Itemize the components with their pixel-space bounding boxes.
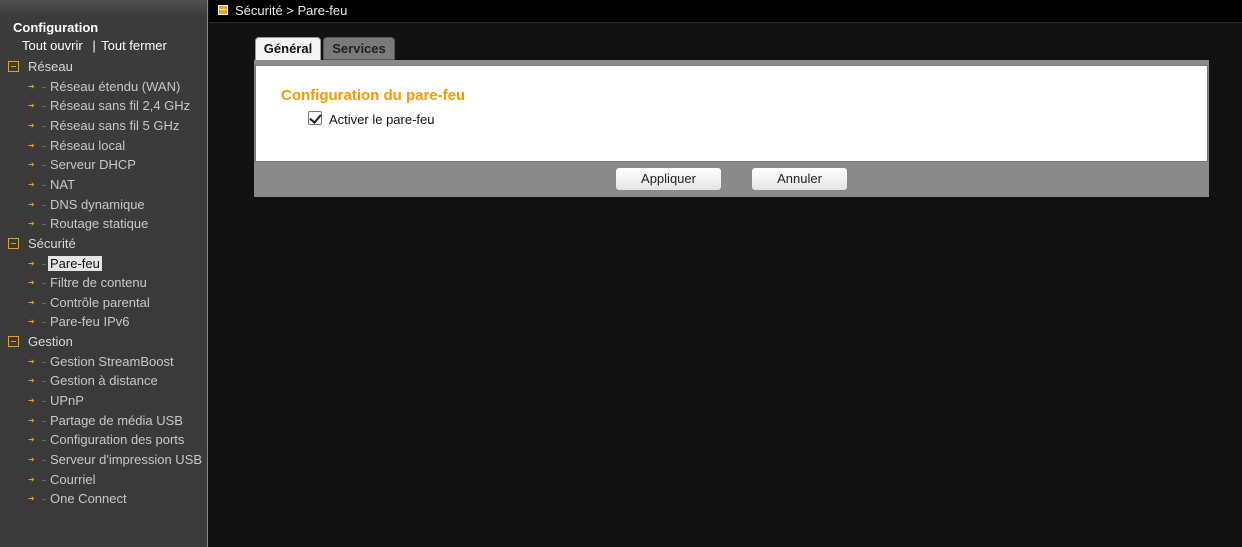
sidebar-item-label: UPnP	[50, 393, 84, 408]
arrow-icon: ➔	[28, 376, 35, 385]
sidebar-item-label: Gestion à distance	[50, 373, 158, 388]
sidebar-group-gestion[interactable]: Gestion	[8, 334, 73, 349]
enable-firewall-label[interactable]: Activer le pare-feu	[329, 112, 435, 127]
sidebar-item-label: Gestion StreamBoost	[50, 354, 174, 369]
sidebar-item-firewall[interactable]: ➔ Pare-feu	[28, 255, 102, 272]
sidebar-group-label: Réseau	[28, 59, 73, 74]
arrow-icon: ➔	[28, 396, 35, 405]
sidebar-item-label: DNS dynamique	[50, 197, 145, 212]
sidebar-item-port-config[interactable]: ➔ Configuration des ports	[28, 431, 186, 448]
sidebar-item-label: Contrôle parental	[50, 295, 150, 310]
sidebar-item-label: NAT	[50, 177, 76, 192]
sidebar-item-label: Serveur DHCP	[50, 157, 136, 172]
arrow-icon: ➔	[28, 82, 35, 91]
arrow-icon: ➔	[28, 219, 35, 228]
sidebar-item-streamboost[interactable]: ➔ Gestion StreamBoost	[28, 353, 176, 370]
sidebar-item-wifi-5[interactable]: ➔ Réseau sans fil 5 GHz	[28, 117, 181, 134]
sidebar-item-label: One Connect	[50, 491, 127, 506]
arrow-icon: ➔	[28, 475, 35, 484]
sidebar-item-usb-media[interactable]: ➔ Partage de média USB	[28, 412, 185, 429]
sidebar-item-label: Routage statique	[50, 216, 149, 231]
arrow-icon: ➔	[28, 141, 35, 150]
apply-button[interactable]: Appliquer	[615, 167, 722, 191]
sidebar-item-label: Réseau étendu (WAN)	[50, 79, 181, 94]
header-bar: Sécurité > Pare-feu	[209, 0, 1242, 23]
arrow-icon: ➔	[28, 455, 35, 464]
sidebar-item-label: Réseau local	[50, 138, 126, 153]
section-title: Configuration du pare-feu	[281, 87, 466, 104]
arrow-icon: ➔	[28, 298, 35, 307]
close-all-link[interactable]: Tout fermer	[101, 38, 167, 53]
sidebar-item-label: Configuration des ports	[50, 432, 185, 447]
sidebar: Configuration Tout ouvrir | Tout fermer …	[0, 0, 208, 547]
arrow-icon: ➔	[28, 200, 35, 209]
sidebar-item-label: Pare-feu IPv6	[50, 314, 130, 329]
arrow-icon: ➔	[28, 317, 35, 326]
sidebar-item-one-connect[interactable]: ➔ One Connect	[28, 490, 129, 507]
sidebar-item-nat[interactable]: ➔ NAT	[28, 176, 77, 193]
page-icon	[218, 5, 228, 15]
arrow-icon: ➔	[28, 259, 35, 268]
arrow-icon: ➔	[28, 494, 35, 503]
sidebar-item-firewall-ipv6[interactable]: ➔ Pare-feu IPv6	[28, 313, 132, 330]
sidebar-item-ddns[interactable]: ➔ DNS dynamique	[28, 196, 147, 213]
open-close-links: Tout ouvrir | Tout fermer	[22, 38, 167, 53]
sidebar-group-reseau[interactable]: Réseau	[8, 59, 73, 74]
enable-firewall-checkbox[interactable]	[308, 111, 322, 125]
arrow-icon: ➔	[28, 180, 35, 189]
sidebar-item-label: Pare-feu	[48, 256, 102, 271]
arrow-icon: ➔	[28, 435, 35, 444]
sidebar-item-remote-management[interactable]: ➔ Gestion à distance	[28, 372, 160, 389]
arrow-icon: ➔	[28, 357, 35, 366]
arrow-icon: ➔	[28, 416, 35, 425]
sidebar-group-securite[interactable]: Sécurité	[8, 236, 76, 251]
sidebar-item-label: Courriel	[50, 472, 96, 487]
sidebar-item-parental-control[interactable]: ➔ Contrôle parental	[28, 294, 152, 311]
sidebar-item-upnp[interactable]: ➔ UPnP	[28, 392, 86, 409]
arrow-icon: ➔	[28, 121, 35, 130]
collapse-icon[interactable]	[8, 61, 19, 73]
collapse-icon[interactable]	[8, 336, 19, 348]
tab-general[interactable]: Général	[255, 37, 321, 62]
sidebar-item-static-routing[interactable]: ➔ Routage statique	[28, 215, 150, 232]
sidebar-item-content-filter[interactable]: ➔ Filtre de contenu	[28, 274, 149, 291]
open-all-link[interactable]: Tout ouvrir	[22, 38, 83, 53]
sidebar-item-lan[interactable]: ➔ Réseau local	[28, 137, 127, 154]
sidebar-item-dhcp[interactable]: ➔ Serveur DHCP	[28, 156, 138, 173]
sidebar-title: Configuration	[13, 20, 99, 35]
sidebar-group-label: Sécurité	[28, 236, 76, 251]
breadcrumb: Sécurité > Pare-feu	[235, 3, 348, 18]
sidebar-item-label: Partage de média USB	[50, 413, 183, 428]
separator: |	[92, 38, 96, 53]
sidebar-item-usb-print[interactable]: ➔ Serveur d'impression USB	[28, 451, 204, 468]
settings-panel: Configuration du pare-feu Activer le par…	[254, 60, 1209, 197]
cancel-button[interactable]: Annuler	[751, 167, 848, 191]
sidebar-item-email[interactable]: ➔ Courriel	[28, 471, 98, 488]
collapse-icon[interactable]	[8, 238, 19, 250]
sidebar-item-label: Réseau sans fil 5 GHz	[50, 118, 180, 133]
settings-content: Configuration du pare-feu Activer le par…	[255, 65, 1208, 162]
sidebar-item-wan[interactable]: ➔ Réseau étendu (WAN)	[28, 78, 182, 95]
tab-services[interactable]: Services	[323, 37, 395, 60]
arrow-icon: ➔	[28, 160, 35, 169]
arrow-icon: ➔	[28, 101, 35, 110]
sidebar-item-label: Serveur d'impression USB	[50, 452, 203, 467]
sidebar-item-label: Filtre de contenu	[50, 275, 147, 290]
sidebar-item-wifi-24[interactable]: ➔ Réseau sans fil 2,4 GHz	[28, 97, 192, 114]
sidebar-group-label: Gestion	[28, 334, 73, 349]
arrow-icon: ➔	[28, 278, 35, 287]
sidebar-item-label: Réseau sans fil 2,4 GHz	[50, 98, 191, 113]
